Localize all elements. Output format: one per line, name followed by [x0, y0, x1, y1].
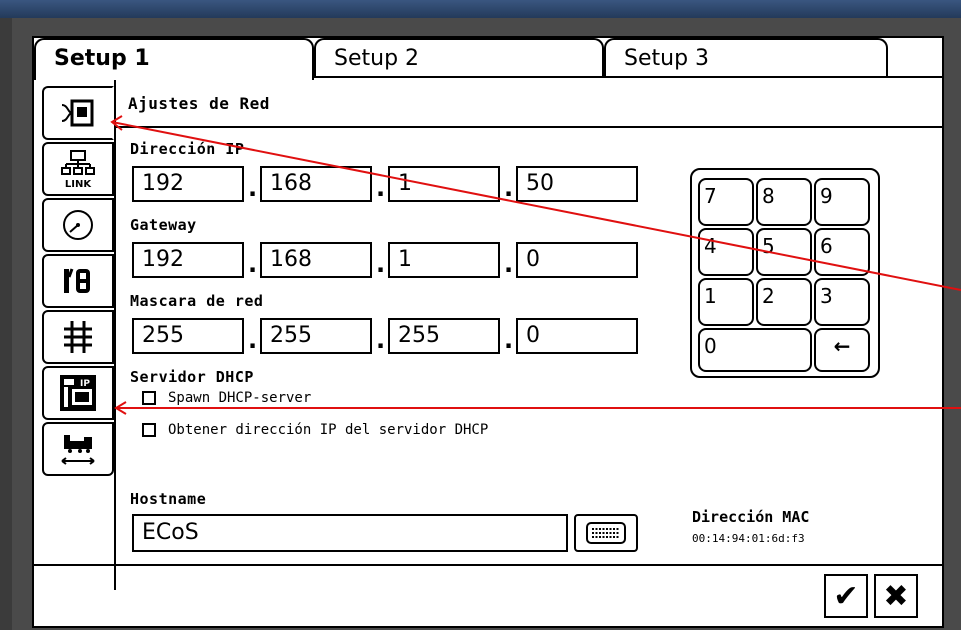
sidebar-item-link[interactable]: LINK — [42, 142, 114, 196]
sidebar-item-network-settings[interactable] — [42, 86, 114, 140]
octet-separator: . — [504, 326, 514, 354]
cancel-button[interactable]: ✖ — [874, 574, 918, 618]
spawn-dhcp-option[interactable]: Spawn DHCP-server — [142, 390, 311, 406]
section-title: Ajustes de Red — [128, 94, 270, 113]
ip-octet-3[interactable]: 1 — [388, 166, 500, 202]
octet-separator: . — [248, 326, 258, 354]
ip-label: Dirección IP — [130, 140, 245, 158]
ip-icon-text: IP — [80, 379, 90, 389]
gateway-octet-4[interactable]: 0 — [516, 242, 638, 278]
backspace-key[interactable]: ← — [814, 328, 870, 372]
sidebar-divider — [114, 78, 116, 590]
key-0[interactable]: 0 — [698, 328, 812, 372]
tab-label: Setup 3 — [624, 46, 710, 71]
tab-setup-1[interactable]: Setup 1 — [34, 38, 314, 80]
window-top-bar — [0, 0, 961, 18]
link-icon: LINK — [61, 150, 95, 189]
key-5[interactable]: 5 — [756, 228, 812, 276]
octet-separator: . — [248, 174, 258, 202]
ip-network-icon: IP — [60, 375, 96, 411]
gateway-label: Gateway — [130, 216, 197, 234]
network-settings-icon — [61, 99, 94, 127]
netmask-label: Mascara de red — [130, 292, 264, 310]
bottom-divider — [34, 564, 942, 566]
tab-label: Setup 2 — [334, 46, 420, 71]
sidebar-item-gauge[interactable] — [42, 198, 114, 252]
link-icon-text: LINK — [65, 179, 92, 189]
ok-button[interactable]: ✔ — [824, 574, 868, 618]
gauge-icon — [63, 210, 93, 240]
tab-setup-2[interactable]: Setup 2 — [314, 38, 604, 78]
mac-label: Dirección MAC — [692, 508, 810, 526]
mac-value: 00:14:94:01:6d:f3 — [692, 532, 805, 545]
tab-setup-3[interactable]: Setup 3 — [604, 38, 888, 78]
key-8[interactable]: 8 — [756, 178, 812, 226]
sidebar-item-ip-network[interactable]: IP — [42, 366, 114, 420]
gateway-octet-2[interactable]: 168 — [260, 242, 372, 278]
tab-label: Setup 1 — [54, 46, 150, 71]
sidebar-item-track-grid[interactable] — [42, 310, 114, 364]
gateway-octet-3[interactable]: 1 — [388, 242, 500, 278]
octet-separator: . — [376, 174, 386, 202]
key-6[interactable]: 6 — [814, 228, 870, 276]
numeric-keypad: 7 8 9 4 5 6 1 2 3 0 ← — [690, 168, 880, 378]
key-2[interactable]: 2 — [756, 278, 812, 326]
spawn-dhcp-checkbox[interactable] — [142, 391, 156, 405]
hostname-label: Hostname — [130, 490, 207, 508]
key-4[interactable]: 4 — [698, 228, 754, 276]
sidebar: LINK IP — [42, 86, 114, 546]
key-3[interactable]: 3 — [814, 278, 870, 326]
key-1[interactable]: 1 — [698, 278, 754, 326]
octet-separator: . — [504, 174, 514, 202]
hostname-input[interactable]: ECoS — [132, 514, 568, 552]
io-icon — [64, 268, 90, 293]
tab-divider — [314, 76, 942, 78]
key-7[interactable]: 7 — [698, 178, 754, 226]
netmask-octet-4[interactable]: 0 — [516, 318, 638, 354]
sidebar-item-io[interactable] — [42, 254, 114, 308]
ip-octet-4[interactable]: 50 — [516, 166, 638, 202]
gateway-octet-1[interactable]: 192 — [132, 242, 244, 278]
key-9[interactable]: 9 — [814, 178, 870, 226]
obtain-ip-dhcp-option[interactable]: Obtener dirección IP del servidor DHCP — [142, 422, 488, 438]
dhcp-label: Servidor DHCP — [130, 368, 254, 386]
octet-separator: . — [376, 250, 386, 278]
left-bezel — [0, 18, 12, 630]
locomotive-icon — [61, 435, 95, 465]
octet-separator: . — [248, 250, 258, 278]
obtain-ip-dhcp-checkbox[interactable] — [142, 423, 156, 437]
ip-octet-1[interactable]: 192 — [132, 166, 244, 202]
netmask-octet-3[interactable]: 255 — [388, 318, 500, 354]
netmask-octet-2[interactable]: 255 — [260, 318, 372, 354]
octet-separator: . — [504, 250, 514, 278]
ecos-setup-screen: Setup 1 Setup 2 Setup 3 LINK IP Ajustes … — [32, 36, 944, 628]
netmask-octet-1[interactable]: 255 — [132, 318, 244, 354]
keyboard-button[interactable] — [574, 514, 638, 552]
octet-separator: . — [376, 326, 386, 354]
ip-octet-2[interactable]: 168 — [260, 166, 372, 202]
obtain-ip-dhcp-label: Obtener dirección IP del servidor DHCP — [168, 422, 489, 438]
sidebar-item-locomotive[interactable] — [42, 422, 114, 476]
section-divider — [116, 126, 942, 128]
spawn-dhcp-label: Spawn DHCP-server — [168, 390, 312, 406]
keyboard-icon — [586, 522, 626, 544]
track-grid-icon — [64, 321, 92, 353]
